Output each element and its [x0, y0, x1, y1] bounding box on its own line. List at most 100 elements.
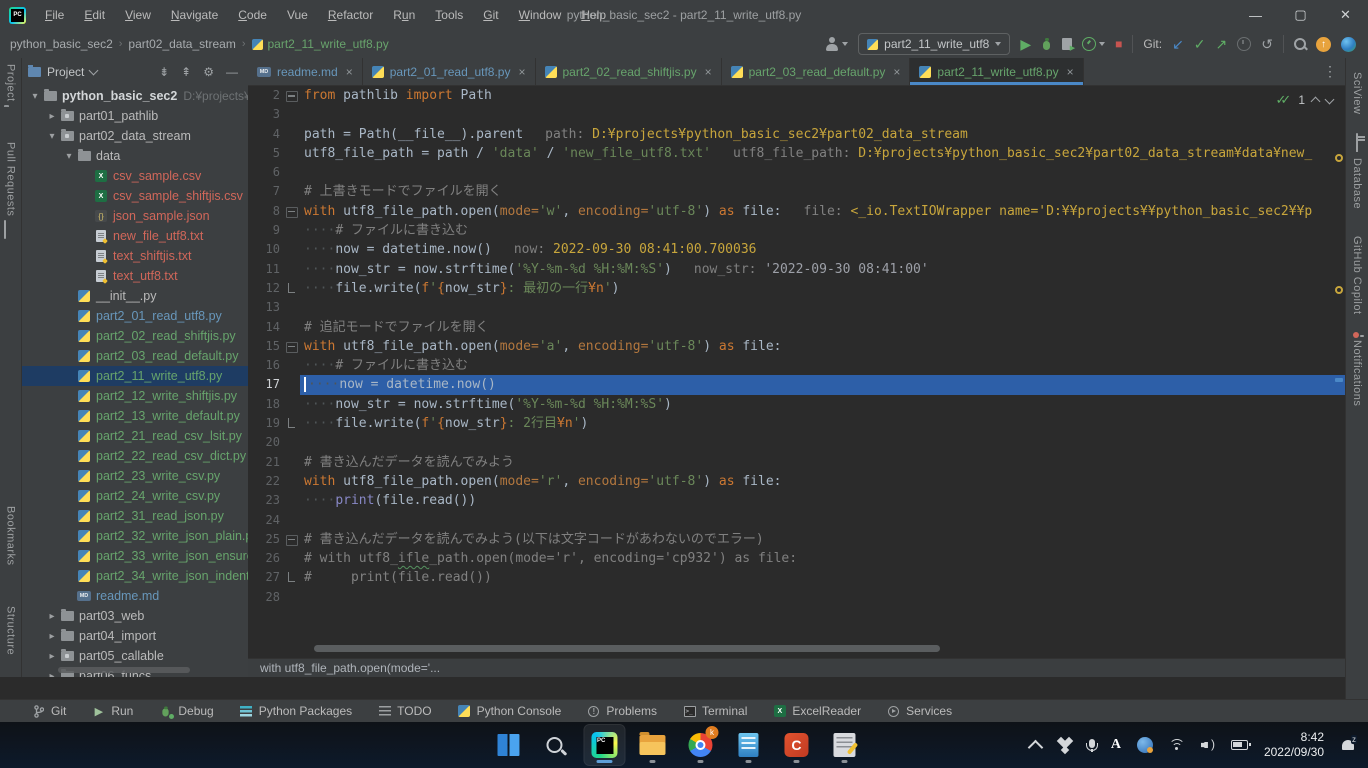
debug-button[interactable] [1041, 38, 1052, 51]
taskbar-app-camtasia[interactable]: C [776, 725, 816, 765]
line-number[interactable]: 20 [248, 433, 284, 452]
taskbar-app-explorer[interactable] [632, 725, 672, 765]
code-line[interactable]: 12····file.write(f'{now_str}: 最初の一行¥n') [248, 279, 1345, 298]
tree-item[interactable]: part2_33_write_json_ensure_ [22, 546, 248, 566]
warning-stripe-mark[interactable] [1335, 154, 1343, 162]
tool-button-excelreader[interactable]: XExcelReader [773, 704, 861, 718]
tree-item[interactable]: __init__.py [22, 286, 248, 306]
menu-code[interactable]: Code [229, 5, 276, 25]
tab-close-icon[interactable]: × [893, 65, 900, 79]
tree-item[interactable]: {}json_sample.json [22, 206, 248, 226]
code-line[interactable]: 28 [248, 588, 1345, 607]
menu-file[interactable]: File [36, 5, 73, 25]
pointer-utility-icon[interactable] [1137, 737, 1153, 753]
code-line[interactable]: 4path = Path(__file__).parentpath: D:¥pr… [248, 125, 1345, 144]
tree-item[interactable]: part2_01_read_utf8.py [22, 306, 248, 326]
tool-button-python-packages[interactable]: Python Packages [240, 704, 352, 718]
minimize-button[interactable]: — [1233, 0, 1278, 30]
profiler-button[interactable] [1082, 37, 1105, 51]
editor-tab[interactable]: part2_02_read_shiftjis.py× [536, 58, 722, 85]
run-configuration-select[interactable]: part2_11_write_utf8 [858, 33, 1010, 55]
fold-marker-icon[interactable] [284, 279, 300, 298]
tree-item[interactable]: part2_12_write_shiftjis.py [22, 386, 248, 406]
line-number[interactable]: 2 [248, 86, 284, 105]
tool-button-debug[interactable]: Debug [159, 704, 213, 718]
tab-close-icon[interactable]: × [518, 65, 525, 79]
editor-horizontal-scrollbar[interactable] [314, 645, 940, 652]
tree-item[interactable]: ▾part02_data_stream [22, 126, 248, 146]
editor-tab[interactable]: part2_11_write_utf8.py× [910, 58, 1083, 85]
tree-item[interactable]: part2_31_read_json.py [22, 506, 248, 526]
rollback-button[interactable]: ↺ [1261, 37, 1273, 51]
tool-stripe-notifications[interactable]: Notifications [1351, 334, 1363, 406]
tool-button-services[interactable]: Services [887, 704, 952, 718]
code-line[interactable]: 16····# ファイルに書き込む [248, 356, 1345, 375]
code-line[interactable]: 6 [248, 163, 1345, 182]
editor-tab[interactable]: part2_01_read_utf8.py× [363, 58, 536, 85]
code-line[interactable]: 2from pathlib import Path [248, 86, 1345, 105]
update-available-icon[interactable]: ↑ [1316, 37, 1331, 52]
tree-item[interactable]: part2_02_read_shiftjis.py [22, 326, 248, 346]
line-number[interactable]: 5 [248, 144, 284, 163]
taskbar-app-search[interactable] [536, 725, 576, 765]
tree-item[interactable]: part2_34_write_json_indent.p [22, 566, 248, 586]
tray-overflow-chevron-icon[interactable] [1030, 738, 1041, 753]
code-line[interactable]: 15with utf8_file_path.open(mode='a', enc… [248, 337, 1345, 356]
tree-item[interactable]: ▾python_basic_sec2D:¥projects¥py [22, 86, 248, 106]
tree-chevron-icon[interactable]: ▸ [45, 611, 59, 622]
tool-button-terminal[interactable]: >_Terminal [683, 704, 747, 718]
code-line[interactable]: 22with utf8_file_path.open(mode='r', enc… [248, 472, 1345, 491]
tree-item[interactable]: ▾data [22, 146, 248, 166]
tree-item[interactable]: part2_23_write_csv.py [22, 466, 248, 486]
code-line[interactable]: 10····now = datetime.now()now: 2022-09-3… [248, 240, 1345, 259]
code-line[interactable]: 20 [248, 433, 1345, 452]
line-number[interactable]: 8 [248, 202, 284, 221]
settings-gear-icon[interactable]: ⚙ [203, 66, 214, 78]
tab-close-icon[interactable]: × [705, 65, 712, 79]
ime-language-icon[interactable]: A [1111, 737, 1121, 753]
line-number[interactable]: 9 [248, 221, 284, 240]
next-problem-icon[interactable] [1325, 94, 1335, 104]
menu-view[interactable]: View [116, 5, 160, 25]
git-commit-button[interactable]: ✓ [1194, 37, 1206, 51]
dropbox-icon[interactable] [1057, 738, 1073, 752]
tab-options-icon[interactable]: ⋮ [1323, 58, 1345, 85]
line-number[interactable]: 10 [248, 240, 284, 259]
fold-marker-icon[interactable] [284, 337, 300, 356]
menu-window[interactable]: Window [510, 5, 571, 25]
collapse-all-icon[interactable]: ⇞ [181, 66, 191, 78]
tree-chevron-icon[interactable]: ▾ [28, 91, 42, 102]
tool-stripe-database[interactable]: Database [1351, 134, 1363, 209]
tool-button-run[interactable]: ▶Run [92, 704, 133, 718]
tool-stripe-project[interactable]: Project [4, 64, 17, 120]
battery-icon[interactable] [1231, 740, 1248, 750]
line-number[interactable]: 12 [248, 279, 284, 298]
code-line[interactable]: 14# 追記モードでファイルを開く [248, 318, 1345, 337]
stop-button[interactable]: ■ [1115, 38, 1122, 50]
tree-item[interactable]: part2_24_write_csv.py [22, 486, 248, 506]
project-panel-title[interactable]: Project [47, 65, 84, 79]
code-line[interactable]: 27# print(file.read()) [248, 568, 1345, 587]
tree-chevron-icon[interactable]: ▸ [45, 111, 59, 122]
line-number[interactable]: 11 [248, 260, 284, 279]
code-line[interactable]: 11····now_str = now.strftime('%Y-%m-%d %… [248, 260, 1345, 279]
line-number[interactable]: 7 [248, 182, 284, 201]
taskbar-clock[interactable]: 8:42 2022/09/30 [1264, 730, 1324, 760]
editor-tab[interactable]: MDreadme.md× [248, 58, 363, 85]
code-line[interactable]: 24 [248, 511, 1345, 530]
caret-stripe-mark[interactable] [1335, 378, 1343, 382]
tree-item[interactable]: ▸part03_web [22, 606, 248, 626]
microphone-icon[interactable] [1089, 739, 1095, 752]
line-number[interactable]: 27 [248, 568, 284, 587]
run-button[interactable]: ▶ [1020, 37, 1031, 51]
line-number[interactable]: 19 [248, 414, 284, 433]
tree-item[interactable]: ▸part01_pathlib [22, 106, 248, 126]
tree-item[interactable]: ▸part04_import [22, 626, 248, 646]
tool-button-git[interactable]: Git [32, 704, 66, 718]
tool-button-problems[interactable]: !Problems [587, 704, 657, 718]
volume-icon[interactable] [1201, 739, 1215, 751]
tree-chevron-icon[interactable]: ▸ [45, 671, 59, 678]
taskbar-app-notepad[interactable] [728, 725, 768, 765]
tree-item[interactable]: new_file_utf8.txt [22, 226, 248, 246]
pycharm-logo-icon[interactable]: PC [9, 7, 26, 24]
